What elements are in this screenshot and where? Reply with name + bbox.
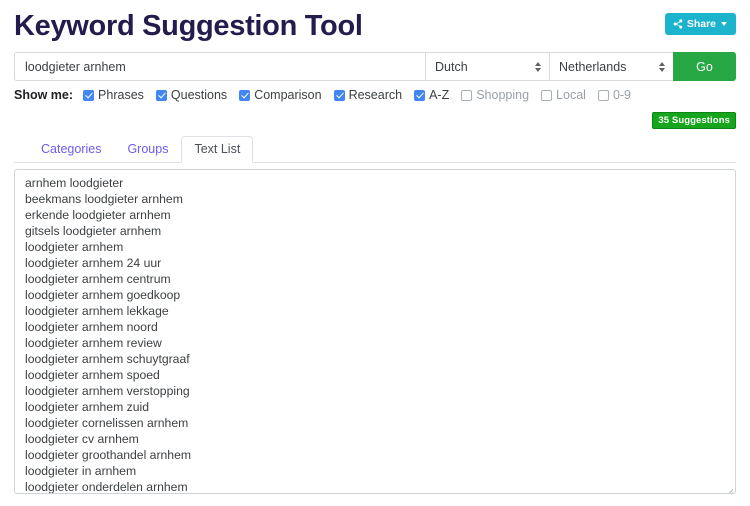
language-select-value: Dutch xyxy=(435,59,468,74)
country-select-value: Netherlands xyxy=(559,59,627,74)
filter-checkbox-label: A-Z xyxy=(429,88,450,102)
language-select[interactable]: Dutch xyxy=(425,52,549,81)
results-tabs: Categories Groups Text List xyxy=(14,134,736,163)
select-arrows-icon xyxy=(535,61,541,72)
text-list-line: gitsels loodgieter arnhem xyxy=(25,224,162,238)
filter-checkbox-label: Questions xyxy=(170,88,228,102)
resize-handle[interactable] xyxy=(723,481,734,493)
share-button-label: Share xyxy=(686,18,716,30)
filter-checkbox-label: Local xyxy=(556,88,586,102)
text-list-line: loodgieter arnhem xyxy=(25,240,124,254)
filter-checkbox-label: Comparison xyxy=(254,88,322,102)
select-arrows-icon xyxy=(659,61,665,72)
filter-checkbox-label: Shopping xyxy=(476,88,530,102)
go-button[interactable]: Go xyxy=(673,52,736,81)
tab-categories[interactable]: Categories xyxy=(28,136,114,164)
share-icon xyxy=(673,19,683,29)
text-list-content: arnhem loodgieter beekmans loodgieter arn… xyxy=(25,175,725,494)
search-bar: Dutch Netherlands Go xyxy=(14,52,736,81)
checkbox-checked-icon[interactable] xyxy=(83,89,95,101)
text-list-line: beekmans loodgieter arnhem xyxy=(25,192,183,206)
keyword-suggestion-tool-page: Keyword Suggestion Tool Share Dutch xyxy=(0,0,750,506)
text-list-line: loodgieter arnhem lekkage xyxy=(25,304,169,318)
text-list-line: loodgieter arnhem noord xyxy=(25,320,158,334)
tab-text-list[interactable]: Text List xyxy=(181,135,254,163)
text-list-line: loodgieter in arnhem xyxy=(25,464,137,478)
filter-checkbox-research[interactable]: Research xyxy=(333,88,403,102)
text-list-line: loodgieter arnhem spoed xyxy=(25,368,160,382)
page-title: Keyword Suggestion Tool xyxy=(14,9,363,42)
filter-checkbox-label: Research xyxy=(348,88,403,102)
text-list-textarea[interactable]: arnhem loodgieter beekmans loodgieter arn… xyxy=(14,169,736,494)
filter-bar: Show me: Phrases Questions Comparison Resea… xyxy=(14,88,736,102)
checkbox-unchecked-icon[interactable] xyxy=(461,89,473,101)
text-list-line: loodgieter arnhem centrum xyxy=(25,272,171,286)
text-list-line: loodgieter arnhem goedkoop xyxy=(25,288,181,302)
filter-bar-label: Show me: xyxy=(14,88,74,102)
page-header: Keyword Suggestion Tool Share xyxy=(14,0,736,48)
checkbox-unchecked-icon[interactable] xyxy=(597,89,609,101)
text-list-line: loodgieter onderdelen arnhem xyxy=(25,480,188,494)
checkbox-checked-icon[interactable] xyxy=(155,89,167,101)
checkbox-checked-icon[interactable] xyxy=(333,89,345,101)
keyword-input[interactable] xyxy=(14,52,425,81)
text-list-line: loodgieter arnhem 24 uur xyxy=(25,256,162,270)
checkbox-unchecked-icon[interactable] xyxy=(541,89,553,101)
checkbox-checked-icon[interactable] xyxy=(414,89,426,101)
filter-checkbox-0-9[interactable]: 0-9 xyxy=(597,88,632,102)
filter-checkbox-comparison[interactable]: Comparison xyxy=(239,88,322,102)
text-list-line: arnhem loodgieter xyxy=(25,176,124,190)
filter-checkbox-a-z[interactable]: A-Z xyxy=(414,88,449,102)
tab-groups[interactable]: Groups xyxy=(114,136,181,164)
badge-row: 35 Suggestions xyxy=(14,110,736,132)
suggestions-count-badge: 35 Suggestions xyxy=(652,112,736,129)
filter-checkbox-shopping[interactable]: Shopping xyxy=(461,88,529,102)
text-list-line: loodgieter cornelissen arnhem xyxy=(25,416,189,430)
text-list-line: loodgieter cv arnhem xyxy=(25,432,139,446)
filter-checkbox-label: Phrases xyxy=(98,88,144,102)
text-list-line: loodgieter arnhem schuytgraaf xyxy=(25,352,190,366)
checkbox-checked-icon[interactable] xyxy=(239,89,251,101)
country-select[interactable]: Netherlands xyxy=(549,52,673,81)
text-list-line: loodgieter groothandel arnhem xyxy=(25,448,192,462)
chevron-down-icon xyxy=(721,22,727,26)
share-button[interactable]: Share xyxy=(664,13,736,35)
text-list-line: loodgieter arnhem verstopping xyxy=(25,384,190,398)
filter-checkbox-local[interactable]: Local xyxy=(541,88,586,102)
text-list-line: loodgieter arnhem review xyxy=(25,336,162,350)
filter-checkbox-questions[interactable]: Questions xyxy=(155,88,228,102)
text-list-line: erkende loodgieter arnhem xyxy=(25,208,171,222)
filter-checkbox-phrases[interactable]: Phrases xyxy=(83,88,144,102)
text-list-line: loodgieter arnhem zuid xyxy=(25,400,149,414)
filter-checkbox-label: 0-9 xyxy=(612,88,632,102)
